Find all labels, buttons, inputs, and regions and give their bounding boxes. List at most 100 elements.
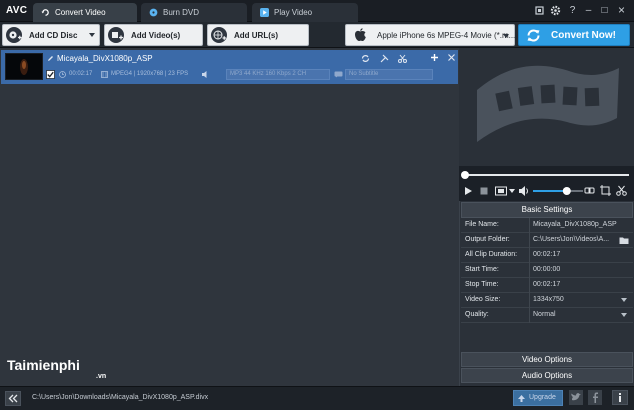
stop-time-field[interactable]: 00:02:17: [533, 281, 560, 288]
pencil-icon[interactable]: [47, 55, 54, 62]
setting-row-quality[interactable]: Quality: Normal: [461, 308, 633, 323]
subtitle-label: No Subtitle: [349, 71, 379, 77]
upgrade-button[interactable]: Upgrade: [513, 390, 563, 406]
setting-key: File Name:: [465, 221, 499, 228]
setting-row-stop-time: Stop Time: 00:02:17: [461, 278, 633, 293]
output-path: C:\Users\Jon\Downloads\Micayala_DivX1080…: [32, 394, 209, 401]
setting-key: Stop Time:: [465, 281, 499, 288]
twitter-icon[interactable]: [569, 390, 583, 405]
folder-icon[interactable]: [619, 236, 629, 245]
snapshot-icon[interactable]: [495, 186, 507, 196]
refresh-icon: [41, 9, 49, 16]
play-icon: [260, 8, 269, 17]
setting-row-start-time: Start Time: 00:00:00: [461, 263, 633, 278]
collapse-button[interactable]: [5, 391, 21, 406]
file-name-field[interactable]: Micayala_DivX1080p_ASP: [533, 221, 617, 228]
info-button[interactable]: [612, 390, 628, 405]
film-add-icon: [108, 27, 124, 43]
video-options-header[interactable]: Video Options: [461, 352, 633, 367]
setting-row-file-name: File Name: Micayala_DivX1080p_ASP: [461, 218, 633, 233]
arrow-up-icon: [518, 395, 525, 402]
add-icon[interactable]: [430, 53, 439, 62]
audio-track-select[interactable]: MP3 44 KHz 160 Kbps 2 CH: [226, 69, 330, 80]
status-bar: C:\Users\Jon\Downloads\Micayala_DivX1080…: [0, 386, 634, 410]
watermark-logo: Taimienphi: [7, 357, 80, 373]
settings-tool-icon[interactable]: [380, 54, 389, 63]
gear-icon[interactable]: [549, 4, 562, 17]
add-videos-label: Add Video(s): [131, 31, 181, 40]
preview-area: [459, 48, 634, 166]
setting-key: Video Size:: [465, 296, 501, 303]
chevron-down-icon[interactable]: [89, 33, 95, 37]
setting-key: Start Time:: [465, 266, 499, 273]
close-icon[interactable]: [447, 53, 456, 62]
checkbox[interactable]: [46, 70, 55, 79]
add-urls-button[interactable]: Add URL(s): [207, 24, 309, 46]
convert-icon[interactable]: [361, 54, 370, 63]
output-profile-select[interactable]: Apple iPhone 6s MPEG-4 Movie (*.m...: [345, 24, 515, 46]
minimize-button[interactable]: –: [582, 4, 595, 17]
add-urls-label: Add URL(s): [234, 31, 278, 40]
help-button[interactable]: ?: [566, 4, 579, 17]
film-icon: [101, 71, 108, 78]
play-icon[interactable]: [463, 186, 473, 196]
globe-add-icon: [211, 27, 227, 43]
link-icon[interactable]: [584, 185, 595, 196]
tab-label: Convert Video: [55, 8, 106, 17]
tab-label: Burn DVD: [163, 8, 200, 17]
convert-now-label: Convert Now!: [551, 30, 616, 41]
menu-icon[interactable]: [533, 4, 546, 17]
double-chevron-left-icon: [8, 394, 18, 403]
setting-row-duration: All Clip Duration: 00:02:17: [461, 248, 633, 263]
convert-now-button[interactable]: Convert Now!: [518, 24, 630, 46]
tab-convert-video[interactable]: Convert Video: [33, 3, 137, 22]
crop-icon[interactable]: [600, 185, 611, 196]
volume-icon[interactable]: [518, 185, 530, 197]
info-icon: [619, 393, 621, 402]
app-logo: AVC: [6, 5, 28, 16]
file-duration: 00:02:17: [69, 71, 93, 77]
close-button[interactable]: ×: [615, 4, 628, 17]
chevron-down-icon[interactable]: [621, 313, 627, 317]
watermark-suffix: .vn: [96, 373, 107, 380]
file-row[interactable]: Micayala_DivX1080p_ASP 00:02:17 MPEG4 | …: [1, 50, 458, 84]
video-size-select[interactable]: 1334x750: [533, 296, 564, 303]
audio-track-label: MP3 44 KHz 160 Kbps 2 CH: [230, 71, 307, 77]
tab-play-video[interactable]: Play Video: [252, 3, 358, 22]
apple-icon: [355, 28, 366, 41]
subtitle-icon: [334, 71, 343, 78]
chevron-down-icon: [503, 34, 509, 38]
output-folder-field[interactable]: C:\Users\Jon\Videos\A...: [533, 236, 609, 243]
scissors-icon[interactable]: [398, 54, 407, 63]
add-cd-disc-button[interactable]: Add CD Disc: [2, 24, 100, 46]
setting-key: Quality:: [465, 311, 489, 318]
duration-value: 00:02:17: [533, 251, 561, 258]
player-controls: [459, 182, 634, 200]
file-list: Micayala_DivX1080p_ASP 00:02:17 MPEG4 | …: [0, 48, 459, 386]
setting-row-output-folder: Output Folder: C:\Users\Jon\Videos\A...: [461, 233, 633, 248]
add-cd-disc-label: Add CD Disc: [29, 31, 78, 40]
audio-icon: [202, 71, 207, 78]
basic-settings-header[interactable]: Basic Settings: [461, 202, 633, 218]
start-time-field[interactable]: 00:00:00: [533, 266, 560, 273]
toolbar: Add CD Disc Add Video(s) Add URL(s) Appl…: [0, 22, 634, 48]
disc-icon: [149, 8, 158, 17]
scissors-icon[interactable]: [616, 185, 627, 196]
restore-button[interactable]: □: [598, 4, 611, 17]
setting-key: Output Folder:: [465, 236, 510, 243]
disc-add-icon: [6, 27, 22, 43]
tab-burn-dvd[interactable]: Burn DVD: [141, 3, 247, 22]
facebook-icon[interactable]: [588, 390, 602, 405]
video-thumbnail: [5, 53, 43, 80]
quality-select[interactable]: Normal: [533, 311, 556, 318]
add-videos-button[interactable]: Add Video(s): [104, 24, 203, 46]
subtitle-select[interactable]: No Subtitle: [345, 69, 433, 80]
chevron-down-icon[interactable]: [509, 189, 515, 193]
volume-slider[interactable]: [533, 185, 583, 197]
stop-icon[interactable]: [479, 186, 489, 196]
tab-label: Play Video: [274, 8, 313, 17]
chevron-down-icon[interactable]: [621, 298, 627, 302]
audio-options-header[interactable]: Audio Options: [461, 368, 633, 383]
setting-row-video-size[interactable]: Video Size: 1334x750: [461, 293, 633, 308]
settings-panel: Basic Settings File Name: Micayala_DivX1…: [459, 201, 634, 386]
